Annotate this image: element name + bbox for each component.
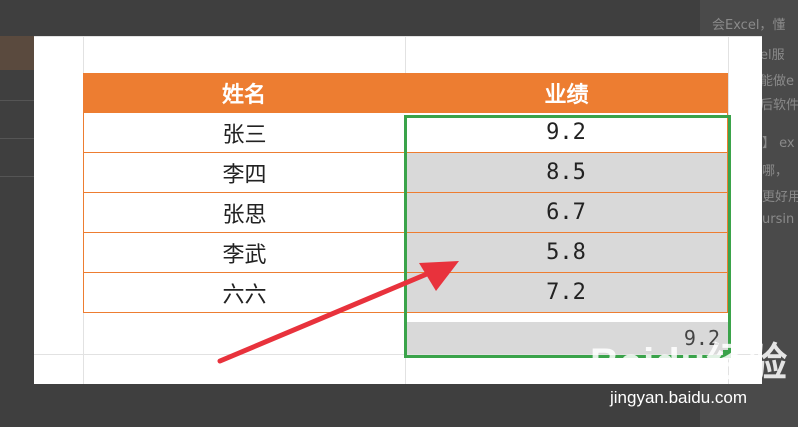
background-text: 哪， (762, 164, 789, 179)
background-rule (0, 100, 36, 101)
background-text: 能做e (760, 74, 794, 89)
red-arrow-annotation (217, 261, 459, 364)
background-rule (0, 176, 36, 177)
name-cell[interactable]: 张思 (84, 197, 405, 229)
background-text: 更好用 (762, 190, 798, 205)
background-text: 后软件 (760, 98, 798, 113)
table-header: 姓名 业绩 (83, 73, 728, 113)
name-cell[interactable]: 张三 (84, 117, 405, 149)
header-score[interactable]: 业绩 (405, 77, 728, 109)
background-text: el服 (760, 48, 785, 63)
baidu-watermark: Baidu经验 (590, 341, 789, 385)
grid-line (34, 36, 762, 37)
arrow-shaft (217, 268, 437, 364)
header-name[interactable]: 姓名 (83, 77, 405, 109)
background-text: ursin (762, 212, 795, 227)
watermark-url: jingyan.baidu.com (610, 388, 748, 407)
name-cell[interactable]: 李四 (84, 157, 405, 189)
background-text: 会Excel，懂 (712, 18, 786, 33)
background-rule (0, 138, 36, 139)
background-text: 】 ex (762, 136, 795, 151)
background-left-band (0, 36, 36, 70)
